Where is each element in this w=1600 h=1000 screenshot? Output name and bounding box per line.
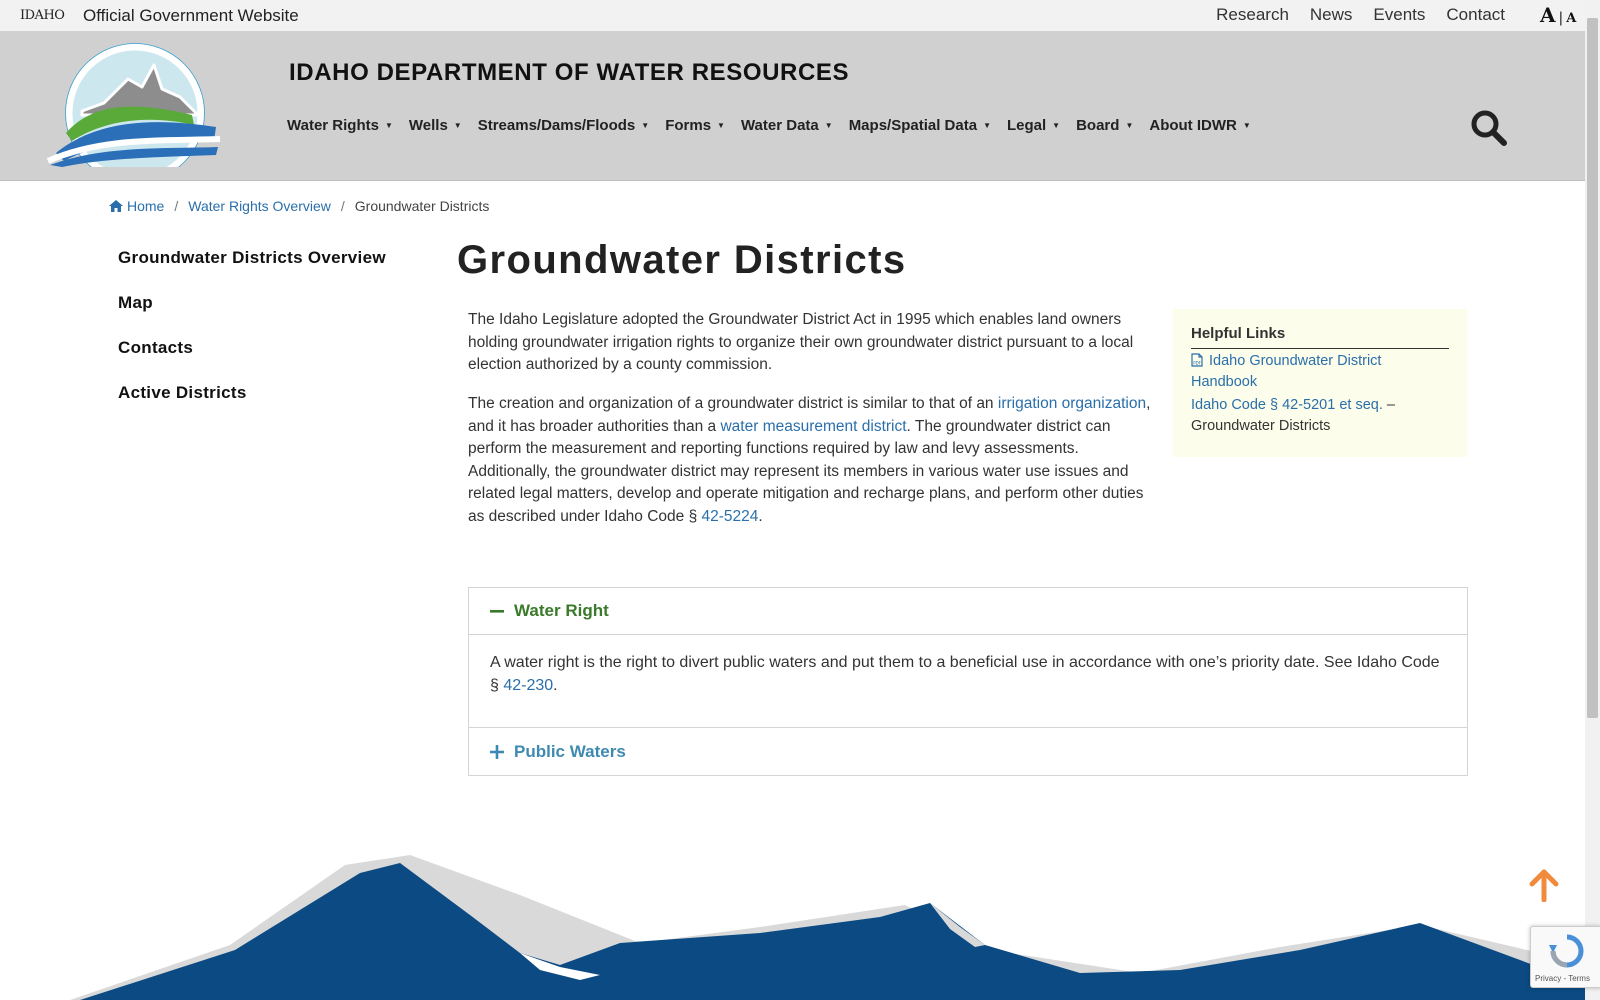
water-measurement-district-link[interactable]: water measurement district: [720, 418, 906, 435]
groundwater-district-handbook-link[interactable]: Idaho Groundwater District Handbook: [1191, 353, 1381, 390]
caret-down-icon: ▼: [453, 121, 462, 130]
sidenav-item-overview[interactable]: Groundwater Districts Overview: [118, 248, 386, 293]
caret-down-icon: ▼: [1052, 121, 1061, 130]
caret-down-icon: ▼: [1242, 121, 1251, 130]
footer-mountains-graphic: [70, 855, 1585, 1000]
arrow-up-icon[interactable]: [1527, 868, 1561, 902]
helpful-link-item: Idaho Code § 42-5201 et seq. – Groundwat…: [1191, 395, 1449, 437]
recaptcha-badge[interactable]: Privacy - Terms: [1530, 926, 1600, 988]
recaptcha-icon: [1549, 934, 1584, 968]
nav-water-rights[interactable]: Water Rights ▼: [287, 117, 393, 134]
nav-label: Legal: [1006, 117, 1047, 134]
nav-wells[interactable]: Wells ▼: [409, 117, 462, 134]
utility-links: Research News Events Contact: [1216, 5, 1505, 25]
accordion-header-public-waters[interactable]: Public Waters: [469, 728, 1467, 775]
accordion-body-water-right: A water right is the right to divert pub…: [469, 635, 1467, 728]
irrigation-organization-link[interactable]: irrigation organization: [998, 395, 1146, 412]
caret-down-icon: ▼: [824, 121, 833, 130]
caret-down-icon: ▼: [983, 121, 991, 130]
breadcrumb-water-rights-link[interactable]: Water Rights Overview: [188, 198, 331, 214]
sidenav-item-map[interactable]: Map: [118, 293, 386, 338]
nav-label: Forms: [665, 117, 712, 134]
breadcrumb: Home / Water Rights Overview / Groundwat…: [109, 198, 489, 214]
idaho-code-42-230-link[interactable]: 42-230: [503, 677, 553, 694]
accordion-body-text: A water right is the right to divert pub…: [490, 654, 1440, 694]
caret-down-icon: ▼: [641, 121, 650, 130]
idaho-code-42-5201-link[interactable]: Idaho Code § 42-5201 et seq.: [1191, 397, 1383, 413]
official-website-label: Official Government Website: [83, 6, 299, 25]
helpful-link-item: PDF Idaho Groundwater District Handbook: [1191, 351, 1449, 393]
sidenav-item-active-districts[interactable]: Active Districts: [118, 383, 386, 428]
idwr-logo[interactable]: [42, 41, 224, 167]
research-link[interactable]: Research: [1216, 5, 1289, 25]
paragraph-text: The creation and organization of a groun…: [468, 395, 998, 412]
intro-paragraph: The Idaho Legislature adopted the Ground…: [468, 311, 1134, 373]
nav-forms[interactable]: Forms ▼: [665, 117, 725, 134]
site-title[interactable]: IDAHO DEPARTMENT OF WATER RESOURCES: [289, 59, 849, 87]
font-size-separator: |: [1558, 10, 1564, 26]
plus-icon: [490, 744, 504, 759]
events-link[interactable]: Events: [1373, 5, 1425, 25]
helpful-links-heading: Helpful Links: [1191, 325, 1449, 349]
font-size-controls: A | A: [1540, 3, 1576, 27]
breadcrumb-home-link[interactable]: Home: [127, 198, 164, 214]
caret-down-icon: ▼: [384, 121, 393, 130]
minus-icon: [490, 610, 504, 613]
search-icon[interactable]: [1470, 109, 1508, 147]
breadcrumb-current: Groundwater Districts: [354, 198, 490, 214]
sidenav-item-contacts[interactable]: Contacts: [118, 338, 386, 383]
svg-text:PDF: PDF: [1193, 361, 1201, 366]
nav-board[interactable]: Board ▼: [1076, 117, 1133, 134]
idaho-state-logo[interactable]: IDAHO: [20, 8, 65, 23]
paragraph-text: .: [758, 507, 763, 525]
helpful-links-box: Helpful Links PDF Idaho Groundwater Dist…: [1173, 309, 1467, 457]
accordion-body-text: .: [553, 677, 558, 694]
contact-link[interactable]: Contact: [1446, 5, 1505, 25]
nav-label: Wells: [408, 117, 448, 134]
main-navigation: Water Rights ▼ Wells ▼ Streams/Dams/Floods…: [287, 117, 1267, 134]
decrease-font-button[interactable]: A: [1566, 11, 1576, 26]
accordion-title: Water Right: [514, 601, 609, 620]
scrollbar-thumb[interactable]: [1587, 18, 1598, 718]
nav-label: About IDWR: [1149, 117, 1237, 134]
nav-label: Maps/Spatial Data: [848, 117, 978, 134]
site-header: IDAHO DEPARTMENT OF WATER RESOURCES Wate…: [0, 31, 1585, 181]
nav-maps-spatial-data[interactable]: Maps/Spatial Data ▼: [849, 117, 991, 134]
side-navigation: Groundwater Districts Overview Map Conta…: [118, 248, 386, 428]
breadcrumb-separator: /: [174, 198, 179, 214]
nav-about-idwr[interactable]: About IDWR ▼: [1149, 117, 1250, 134]
nav-streams-dams-floods[interactable]: Streams/Dams/Floods ▼: [478, 117, 649, 134]
top-utility-bar: IDAHO Official Government Website Resear…: [0, 0, 1585, 31]
accordion-header-water-right[interactable]: Water Right: [469, 588, 1467, 635]
nav-water-data[interactable]: Water Data ▼: [741, 117, 833, 134]
nav-legal[interactable]: Legal ▼: [1007, 117, 1060, 134]
news-link[interactable]: News: [1310, 5, 1353, 25]
nav-label: Board: [1076, 117, 1120, 134]
caret-down-icon: ▼: [717, 121, 725, 130]
increase-font-button[interactable]: A: [1540, 3, 1556, 27]
caret-down-icon: ▼: [1125, 121, 1134, 130]
nav-label: Streams/Dams/Floods: [477, 117, 636, 134]
nav-label: Water Data: [740, 117, 819, 134]
recaptcha-privacy-terms[interactable]: Privacy - Terms: [1535, 974, 1590, 983]
pdf-icon: PDF: [1191, 353, 1203, 367]
home-icon: [109, 200, 123, 212]
idaho-code-42-5224-link[interactable]: 42-5224: [702, 508, 759, 525]
definitions-accordion: Water Right A water right is the right t…: [468, 587, 1468, 776]
nav-label: Water Rights: [287, 117, 379, 134]
breadcrumb-separator: /: [340, 198, 345, 214]
accordion-title: Public Waters: [514, 741, 626, 761]
details-paragraph: The creation and organization of a groun…: [468, 393, 1158, 528]
page-title: Groundwater Districts: [457, 238, 907, 282]
